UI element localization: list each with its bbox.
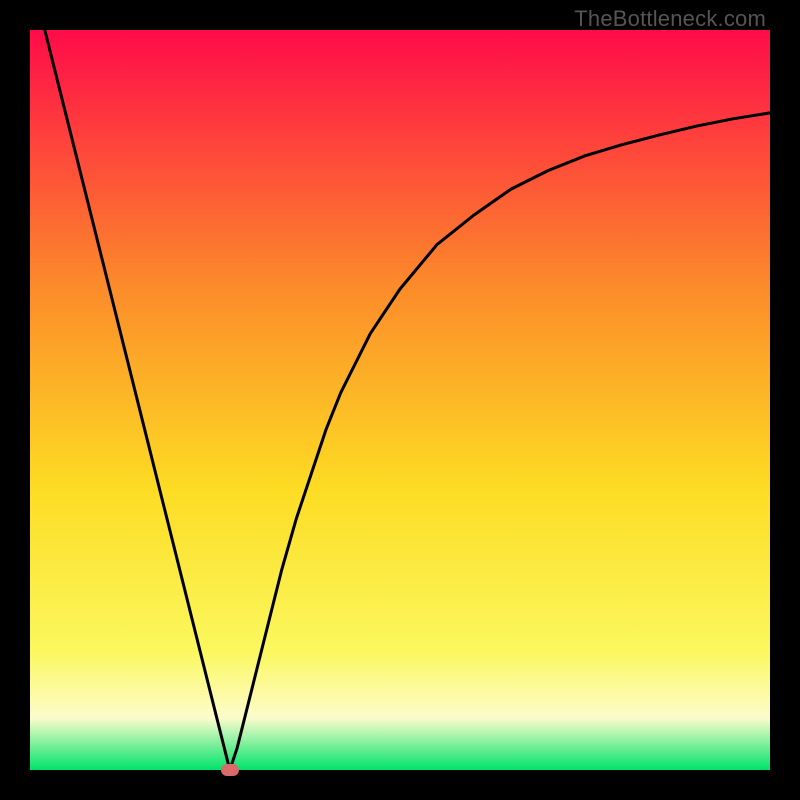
chart-frame (30, 30, 770, 770)
chart-plot (30, 30, 770, 770)
optimum-marker (221, 764, 239, 776)
watermark-label: TheBottleneck.com (574, 6, 766, 32)
gradient-background (30, 30, 770, 770)
